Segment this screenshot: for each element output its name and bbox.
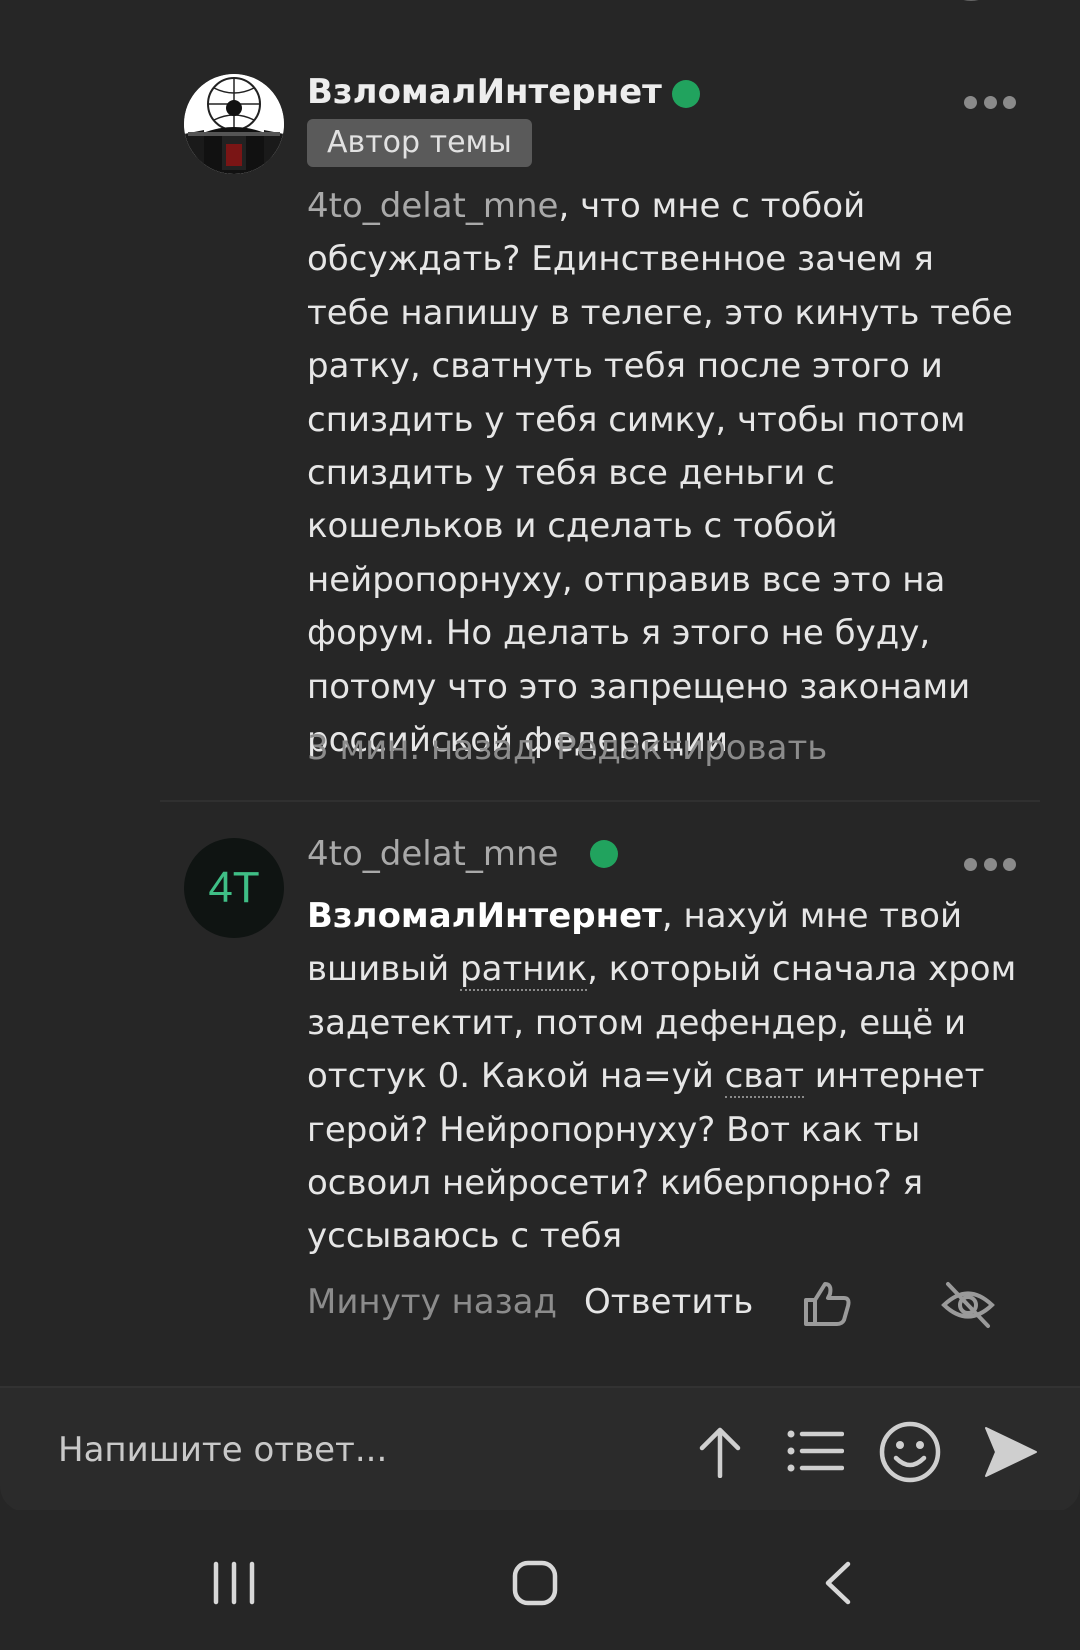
partial-icon (806, 0, 846, 12)
user-avatar[interactable] (184, 74, 284, 174)
post-message: ВзломалИнтернет, нахуй мне твой вшивый р… (307, 890, 1027, 1264)
list-icon[interactable] (786, 1428, 844, 1474)
avatar-image (184, 74, 284, 174)
post-author-name[interactable]: 4to_delat_mne (307, 834, 558, 874)
smiley-icon[interactable] (878, 1420, 942, 1484)
user-avatar[interactable]: 4T (184, 838, 284, 938)
user-mention[interactable]: ВзломалИнтернет (307, 896, 662, 936)
recent-apps-icon[interactable] (212, 1560, 256, 1606)
back-icon[interactable] (822, 1560, 854, 1606)
term-link[interactable]: сват (724, 1056, 804, 1099)
top-toolbar-partial (0, 0, 1080, 22)
system-navigation-bar (0, 1510, 1080, 1650)
term-link[interactable]: ратник (460, 949, 588, 992)
online-status-dot (672, 80, 700, 108)
arrow-up-icon[interactable] (696, 1426, 744, 1478)
post-timestamp: 3 мин. назад (307, 728, 537, 768)
eye-off-icon[interactable] (940, 1280, 996, 1330)
post-timestamp: Минуту назад (307, 1282, 558, 1322)
post-author-name[interactable]: ВзломалИнтернет (307, 72, 662, 112)
topic-author-badge: Автор темы (307, 119, 532, 167)
home-icon[interactable] (512, 1560, 558, 1606)
avatar-initials: 4T (208, 863, 260, 912)
thumbs-up-icon[interactable] (802, 1280, 854, 1328)
message-text: , что мне с тобой обсуждать? Единственно… (307, 186, 1013, 761)
send-icon[interactable] (982, 1424, 1040, 1480)
more-dots-icon[interactable] (964, 96, 1016, 110)
partial-icon (963, 0, 979, 1)
reply-composer (0, 1386, 1080, 1512)
partial-icon (498, 0, 538, 12)
edit-button[interactable]: Редактировать (556, 728, 827, 768)
online-status-dot (590, 840, 618, 868)
user-mention[interactable]: 4to_delat_mne (307, 186, 558, 226)
post-message: 4to_delat_mne, что мне с тобой обсуждать… (307, 180, 1027, 767)
reply-button[interactable]: Ответить (584, 1282, 753, 1322)
post-divider (160, 800, 1040, 802)
reply-input[interactable] (58, 1425, 658, 1475)
more-dots-icon[interactable] (964, 858, 1016, 872)
